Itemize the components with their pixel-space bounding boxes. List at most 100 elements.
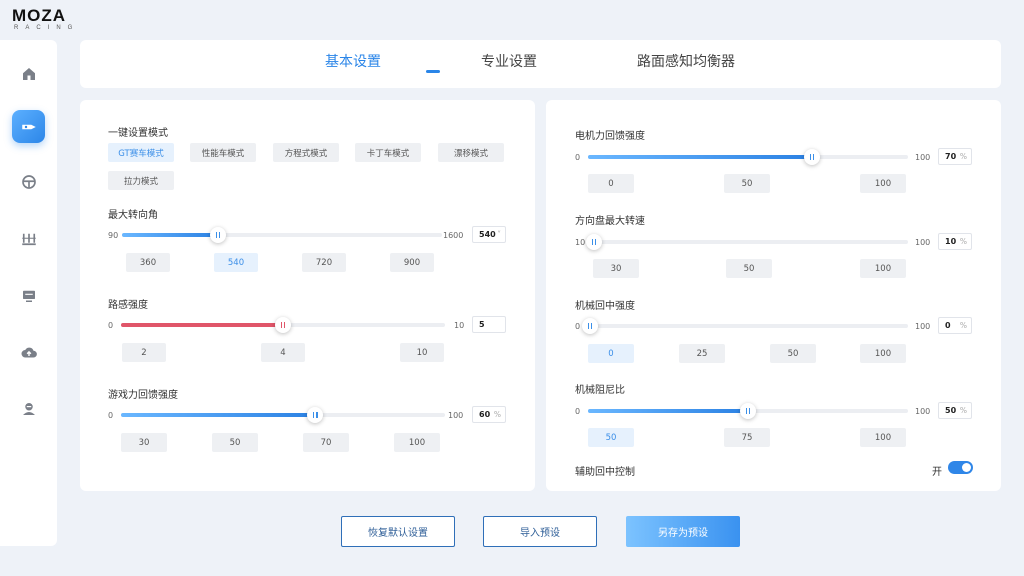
- motor-ffb-fill: [588, 155, 812, 159]
- sidebar-item-steering-wheel[interactable]: [12, 165, 45, 198]
- mech-centering-preset[interactable]: 25: [679, 344, 725, 363]
- game-ffb-value: 60: [479, 410, 491, 419]
- game-ffb-preset[interactable]: 70: [303, 433, 349, 452]
- reset-defaults-button[interactable]: 恢复默认设置: [341, 516, 455, 547]
- wheelbase-icon: [21, 124, 36, 129]
- max-wheel-speed-value-input[interactable]: 10 %: [938, 233, 972, 250]
- tab-road-equalizer[interactable]: 路面感知均衡器: [637, 51, 735, 71]
- sidebar-item-pedals[interactable]: [12, 222, 45, 255]
- mech-centering-value: 0: [945, 321, 951, 330]
- sidebar-item-cloud[interactable]: [12, 336, 45, 369]
- mode-chip-drift[interactable]: 漂移模式: [438, 143, 504, 162]
- motor-ffb-slider[interactable]: [588, 149, 908, 165]
- motor-ffb-preset[interactable]: 50: [724, 174, 770, 193]
- sidebar-item-home[interactable]: [12, 57, 45, 90]
- max-wheel-speed-preset[interactable]: 30: [593, 259, 639, 278]
- steering-angle-preset[interactable]: 540: [214, 253, 258, 272]
- sidebar-item-display[interactable]: [12, 279, 45, 312]
- mech-centering-preset[interactable]: 50: [770, 344, 816, 363]
- mech-damping-title: 机械阻尼比: [575, 385, 625, 396]
- mode-chip-gt[interactable]: GT赛车模式: [108, 143, 174, 162]
- mode-section-title: 一键设置模式: [108, 128, 168, 139]
- sidebar-item-user[interactable]: [12, 392, 45, 425]
- mode-chip-performance[interactable]: 性能车模式: [190, 143, 256, 162]
- game-ffb-preset[interactable]: 100: [394, 433, 440, 452]
- road-feel-max: 10: [454, 321, 465, 330]
- mech-centering-preset[interactable]: 0: [588, 344, 634, 363]
- basic-settings-right-panel: 电机力回馈强度 0 100 70 % 0 50 100 方向盘最大转速 10 1…: [546, 100, 1001, 491]
- game-ffb-value-input[interactable]: 60 %: [472, 406, 506, 423]
- mech-centering-max: 100: [915, 322, 931, 331]
- max-wheel-speed-preset[interactable]: 100: [860, 259, 906, 278]
- game-ffb-preset[interactable]: 50: [212, 433, 258, 452]
- game-ffb-fill: [121, 413, 316, 417]
- brand-sub: RACING: [14, 25, 80, 31]
- road-feel-slider[interactable]: [121, 317, 445, 333]
- assist-centering-label: 辅助回中控制: [575, 467, 635, 478]
- percent-unit: %: [959, 237, 967, 246]
- save-as-preset-button[interactable]: 另存为预设: [626, 516, 740, 547]
- mech-centering-min: 0: [575, 322, 581, 331]
- max-wheel-speed-slider[interactable]: [586, 234, 908, 250]
- motor-ffb-preset[interactable]: 0: [588, 174, 634, 193]
- sidebar-item-wheelbase[interactable]: [12, 110, 45, 143]
- mech-damping-thumb[interactable]: [740, 403, 756, 419]
- steering-angle-preset[interactable]: 360: [126, 253, 170, 272]
- import-preset-button[interactable]: 导入预设: [483, 516, 597, 547]
- chevron-down-icon: ˅: [497, 230, 501, 239]
- mech-damping-value: 50: [945, 406, 957, 415]
- mech-centering-value-input[interactable]: 0 %: [938, 317, 972, 334]
- mech-centering-thumb[interactable]: [582, 318, 598, 334]
- basic-settings-left-panel: 一键设置模式 GT赛车模式 性能车模式 方程式模式 卡丁车模式 漂移模式 拉力模…: [80, 100, 535, 491]
- steering-angle-thumb[interactable]: [210, 227, 226, 243]
- game-ffb-thumb[interactable]: [307, 407, 324, 423]
- road-feel-min: 0: [108, 321, 114, 330]
- steering-angle-preset[interactable]: 720: [302, 253, 346, 272]
- game-ffb-slider[interactable]: [121, 407, 445, 423]
- mech-damping-value-input[interactable]: 50 %: [938, 402, 972, 419]
- assist-centering-state: 开: [932, 467, 942, 478]
- steering-angle-preset[interactable]: 900: [390, 253, 434, 272]
- max-wheel-speed-thumb[interactable]: [586, 234, 602, 250]
- mech-damping-preset[interactable]: 50: [588, 428, 634, 447]
- steering-angle-value-select[interactable]: 540 ˅: [472, 226, 506, 243]
- display-icon: [22, 290, 35, 302]
- mech-centering-preset[interactable]: 100: [860, 344, 906, 363]
- steering-wheel-icon: [21, 174, 36, 189]
- road-feel-thumb[interactable]: [275, 317, 291, 333]
- max-wheel-speed-max: 100: [915, 238, 931, 247]
- motor-ffb-thumb[interactable]: [804, 149, 820, 165]
- motor-ffb-title: 电机力回馈强度: [575, 131, 645, 142]
- road-feel-title: 路感强度: [108, 300, 148, 311]
- mech-damping-max: 100: [915, 407, 931, 416]
- mech-centering-slider[interactable]: [582, 318, 908, 334]
- max-wheel-speed-title: 方向盘最大转速: [575, 216, 645, 227]
- game-ffb-max: 100: [448, 411, 464, 420]
- percent-unit: %: [493, 410, 501, 419]
- road-feel-value: 5: [479, 320, 485, 329]
- mode-chip-formula[interactable]: 方程式模式: [273, 143, 339, 162]
- mech-damping-preset[interactable]: 75: [724, 428, 770, 447]
- tab-pro-settings[interactable]: 专业设置: [481, 51, 537, 71]
- game-ffb-preset[interactable]: 30: [121, 433, 167, 452]
- steering-angle-slider[interactable]: [122, 227, 442, 243]
- mech-damping-slider[interactable]: [588, 403, 908, 419]
- tab-basic-settings[interactable]: 基本设置: [325, 51, 381, 71]
- max-wheel-speed-preset[interactable]: 50: [726, 259, 772, 278]
- game-ffb-title: 游戏力回馈强度: [108, 390, 178, 401]
- motor-ffb-value: 70: [945, 152, 957, 161]
- road-feel-preset[interactable]: 2: [122, 343, 166, 362]
- sidebar: [0, 40, 57, 546]
- mech-damping-preset[interactable]: 100: [860, 428, 906, 447]
- road-feel-preset[interactable]: 10: [400, 343, 444, 362]
- road-feel-preset[interactable]: 4: [261, 343, 305, 362]
- motor-ffb-value-input[interactable]: 70 %: [938, 148, 972, 165]
- motor-ffb-preset[interactable]: 100: [860, 174, 906, 193]
- user-icon: [22, 402, 35, 415]
- mode-chip-rally[interactable]: 拉力模式: [108, 171, 174, 190]
- mode-chip-kart[interactable]: 卡丁车模式: [355, 143, 421, 162]
- assist-centering-toggle[interactable]: [948, 461, 973, 474]
- max-wheel-speed-min: 10: [575, 238, 586, 247]
- road-feel-value-input[interactable]: 5: [472, 316, 506, 333]
- mech-damping-min: 0: [575, 407, 581, 416]
